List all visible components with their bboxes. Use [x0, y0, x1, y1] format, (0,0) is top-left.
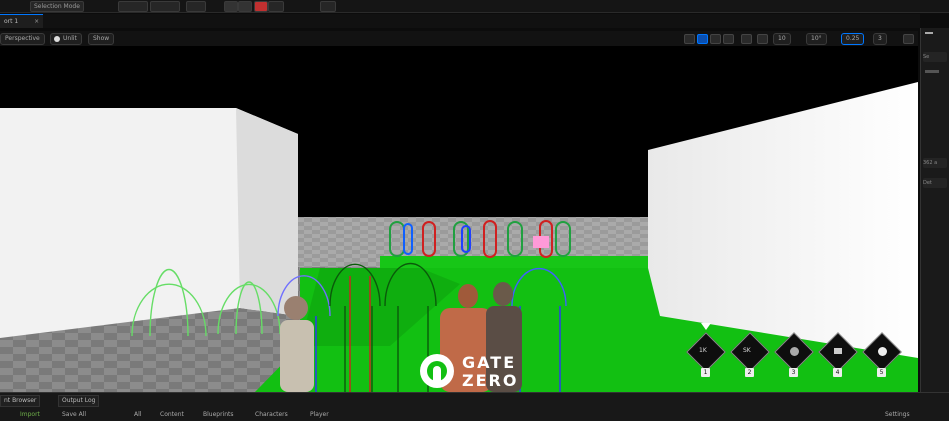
close-icon[interactable]: × [34, 18, 39, 25]
blueprint-button[interactable] [150, 1, 180, 12]
scale-snap-value[interactable]: 0.25 [841, 33, 865, 45]
breadcrumb-blueprints[interactable]: Blueprints [203, 410, 234, 419]
save-all-button[interactable]: Save All [62, 410, 86, 419]
hotbar-slot-2[interactable]: SK 2 [730, 332, 770, 377]
tab-viewport-label: ort 1 [4, 18, 19, 25]
breadcrumb-all[interactable]: All [134, 410, 141, 419]
scale-icon[interactable] [723, 34, 734, 44]
breadcrumb-player[interactable]: Player [310, 410, 329, 419]
slot-5-key: 5 [877, 368, 886, 377]
tab-output-log[interactable]: Output Log [58, 395, 100, 407]
lit-mode-button[interactable]: Unlit [50, 33, 82, 45]
eject-button[interactable] [268, 1, 284, 12]
slot-2-key: 2 [745, 368, 754, 377]
main-toolbar: Selection Mode [0, 0, 949, 13]
slot-2-label: SK [743, 347, 751, 354]
sphere-icon [54, 36, 60, 42]
panel-divider [925, 70, 939, 73]
rotate-icon[interactable] [710, 34, 721, 44]
show-button[interactable]: Show [88, 33, 115, 45]
level-viewport[interactable]: GATE ZERO 1K 1 SK 2 3 4 5 [0, 46, 918, 392]
hotbar-slot-5[interactable]: 5 [862, 332, 902, 377]
logo-emblem-icon [420, 354, 454, 388]
hotbar-slot-3[interactable]: 3 [774, 332, 814, 377]
breadcrumb-content[interactable]: Content [160, 410, 184, 419]
slot-3-key: 3 [789, 368, 798, 377]
logo-line-1: GATE [462, 353, 517, 372]
sequencer-button[interactable] [186, 1, 206, 12]
perspective-button[interactable]: Perspective [0, 33, 45, 45]
import-button[interactable]: Import [20, 410, 40, 419]
pink-object [533, 236, 549, 248]
camera-speed-value[interactable]: 3 [873, 33, 887, 45]
translate-icon[interactable] [697, 34, 708, 44]
tab-content-browser[interactable]: nt Browser [0, 395, 41, 407]
details-panel: Se 362 a Det [920, 28, 949, 392]
settings-button[interactable]: Settings [885, 410, 910, 419]
logo-line-2: ZERO [462, 371, 519, 390]
bottom-drawer: nt Browser Output Log Import Save All Al… [0, 392, 949, 421]
pause-button[interactable] [224, 1, 238, 12]
viewport-toolbar: Perspective Unlit Show 10 10° 0.25 3 [0, 31, 918, 46]
lit-mode-label: Unlit [63, 35, 77, 42]
hotbar-slot-4[interactable]: 4 [818, 332, 858, 377]
details-search[interactable]: Se [923, 52, 947, 62]
maximize-icon[interactable] [903, 34, 914, 44]
breadcrumb-characters[interactable]: Characters [255, 410, 288, 419]
viewport-tab-strip [0, 14, 920, 28]
slot-1-label: 1K [699, 347, 707, 354]
selection-count: 362 a [923, 158, 947, 168]
grid-snap-value[interactable]: 10 [773, 33, 791, 45]
add-actor-button[interactable] [118, 1, 148, 12]
selected-slot-indicator [701, 323, 711, 330]
tab-viewport[interactable]: ort 1 × [0, 14, 44, 28]
rotation-snap-value[interactable]: 10° [806, 33, 827, 45]
slot-4-key: 4 [833, 368, 842, 377]
surface-snap-icon[interactable] [757, 34, 768, 44]
world-icon[interactable] [741, 34, 752, 44]
step-button[interactable] [238, 1, 252, 12]
platforms-button[interactable] [320, 1, 336, 12]
slot-1-key: 1 [701, 368, 710, 377]
gate-zero-logo: GATE ZERO [418, 350, 538, 392]
hotbar-slot-1[interactable]: 1K 1 [686, 332, 726, 377]
details-tab[interactable]: Det [923, 178, 947, 188]
selection-mode-dropdown[interactable]: Selection Mode [30, 1, 84, 12]
filter-icon[interactable] [925, 32, 933, 40]
stop-button[interactable] [254, 1, 268, 12]
select-icon[interactable] [684, 34, 695, 44]
